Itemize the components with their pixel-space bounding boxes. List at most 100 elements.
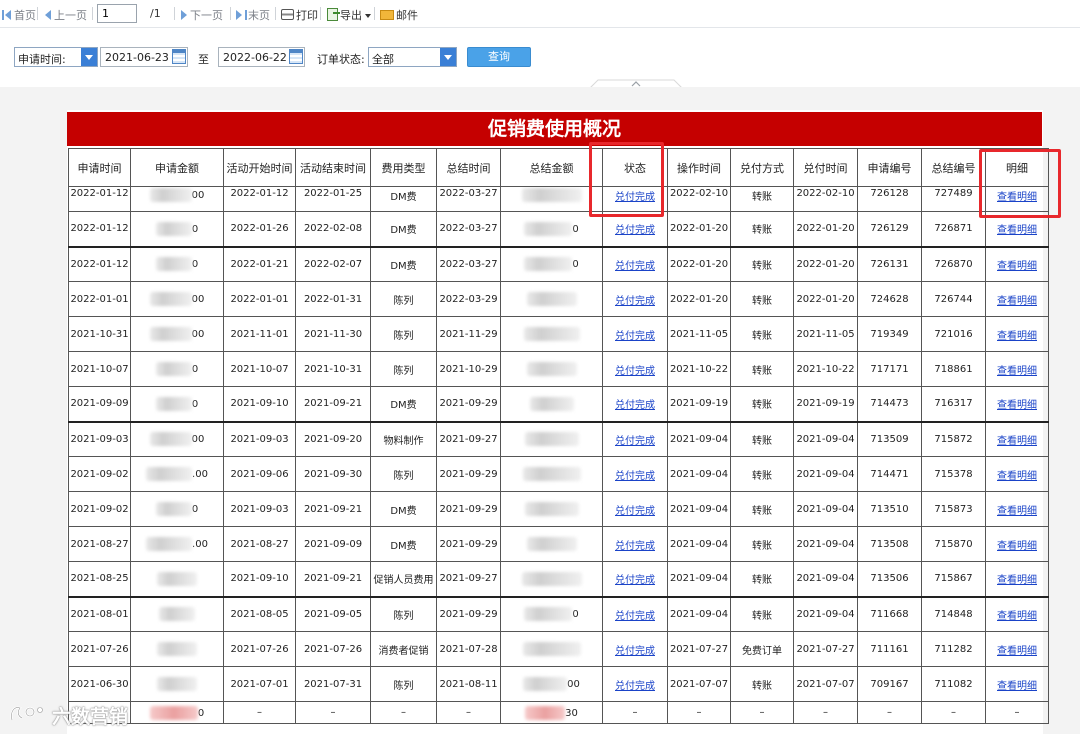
- status-link[interactable]: 兑付完成: [615, 506, 655, 517]
- detail-cell[interactable]: 查看明细: [985, 561, 1049, 597]
- view-detail-link[interactable]: 查看明细: [997, 681, 1037, 692]
- view-detail-link[interactable]: 查看明细: [997, 261, 1037, 272]
- status-link[interactable]: 兑付完成: [615, 681, 655, 692]
- summary-date-cell: 2021-11-29: [436, 316, 501, 352]
- calendar-icon[interactable]: [289, 49, 303, 64]
- total-dash-cell: –: [857, 701, 922, 724]
- payment-method-cell: 转账: [730, 386, 794, 422]
- detail-cell[interactable]: 查看明细: [985, 351, 1049, 387]
- date-from-field[interactable]: 2021-06-23: [100, 47, 188, 67]
- view-detail-link[interactable]: 查看明细: [997, 506, 1037, 517]
- status-link[interactable]: 兑付完成: [615, 646, 655, 657]
- order-status-select[interactable]: 全部: [368, 47, 457, 67]
- status-cell[interactable]: 兑付完成: [602, 316, 668, 352]
- calendar-icon[interactable]: [172, 49, 186, 64]
- total-dash-cell: –: [436, 701, 501, 724]
- view-detail-link[interactable]: 查看明细: [997, 436, 1037, 447]
- status-link[interactable]: 兑付完成: [615, 611, 655, 622]
- detail-cell[interactable]: 查看明细: [985, 526, 1049, 562]
- status-cell[interactable]: 兑付完成: [602, 526, 668, 562]
- chevron-down-icon[interactable]: [440, 48, 456, 66]
- detail-cell[interactable]: 查看明细: [985, 631, 1049, 667]
- date-type-select[interactable]: 申请时间:: [14, 47, 98, 67]
- query-button[interactable]: 查询: [467, 47, 531, 67]
- status-cell[interactable]: 兑付完成: [602, 631, 668, 667]
- status-cell[interactable]: 兑付完成: [602, 281, 668, 317]
- fee-type-cell: DM费: [370, 491, 437, 527]
- detail-cell[interactable]: 查看明细: [985, 420, 1049, 457]
- mail-button[interactable]: 邮件: [380, 7, 418, 23]
- status-link[interactable]: 兑付完成: [615, 471, 655, 482]
- status-cell[interactable]: 兑付完成: [602, 491, 668, 527]
- status-link[interactable]: 兑付完成: [615, 436, 655, 447]
- status-link[interactable]: 兑付完成: [615, 296, 655, 307]
- status-cell[interactable]: 兑付完成: [602, 245, 668, 282]
- redacted-amount: [159, 607, 195, 622]
- report-table: 申请时间 申请金额 活动开始时间 活动结束时间 费用类型 总结时间 总结金额 状态 操作时间 兑付…: [68, 148, 1049, 724]
- status-link[interactable]: 兑付完成: [615, 261, 655, 272]
- payment-method-cell: 转账: [730, 186, 794, 212]
- apply-amount-cell: 0: [130, 351, 224, 387]
- operation-date-cell: 2021-09-19: [667, 386, 731, 422]
- detail-cell[interactable]: 查看明细: [985, 595, 1049, 632]
- view-detail-link[interactable]: 查看明细: [997, 296, 1037, 307]
- prev-page-button[interactable]: 上一页: [45, 7, 87, 23]
- view-detail-link[interactable]: 查看明细: [997, 471, 1037, 482]
- status-cell[interactable]: 兑付完成: [602, 456, 668, 492]
- chevron-down-icon[interactable]: [81, 48, 97, 66]
- apply-amount-cell: [130, 561, 224, 597]
- redacted-amount: [524, 502, 579, 516]
- print-button[interactable]: 打印: [281, 7, 318, 23]
- last-page-button[interactable]: 末页: [236, 7, 270, 23]
- summary-amount-cell: [500, 420, 603, 457]
- view-detail-link[interactable]: 查看明细: [997, 366, 1037, 377]
- status-cell[interactable]: 兑付完成: [602, 386, 668, 422]
- detail-cell[interactable]: 查看明细: [985, 456, 1049, 492]
- apply-date-cell: 2021-08-01: [68, 595, 131, 632]
- detail-cell[interactable]: 查看明细: [985, 281, 1049, 317]
- detail-cell[interactable]: 查看明细: [985, 666, 1049, 702]
- order-status-value: 全部: [372, 53, 394, 66]
- summary-number-cell: 715870: [921, 526, 986, 562]
- first-page-button[interactable]: 首页: [2, 7, 36, 23]
- detail-cell[interactable]: 查看明细: [985, 245, 1049, 282]
- apply-amount-cell: 0: [130, 491, 224, 527]
- export-button[interactable]: 导出: [327, 7, 371, 23]
- payment-date-cell: 2022-01-20: [793, 245, 858, 282]
- view-detail-link[interactable]: 查看明细: [997, 611, 1037, 622]
- next-arrow-icon: [181, 10, 187, 20]
- status-link[interactable]: 兑付完成: [615, 575, 655, 586]
- next-page-button[interactable]: 下一页: [181, 7, 223, 23]
- view-detail-link[interactable]: 查看明细: [997, 646, 1037, 657]
- summary-amount-cell: 0: [500, 595, 603, 632]
- amount-visible-digits: 0: [191, 259, 199, 271]
- start-date-cell: 2021-10-07: [223, 351, 296, 387]
- status-cell[interactable]: 兑付完成: [602, 666, 668, 702]
- view-detail-link[interactable]: 查看明细: [997, 225, 1037, 236]
- status-cell[interactable]: 兑付完成: [602, 595, 668, 632]
- detail-cell[interactable]: 查看明细: [985, 316, 1049, 352]
- mail-label: 邮件: [396, 9, 418, 22]
- summary-date-cell: 2022-03-27: [436, 245, 501, 282]
- status-link[interactable]: 兑付完成: [615, 225, 655, 236]
- status-cell[interactable]: 兑付完成: [602, 351, 668, 387]
- view-detail-link[interactable]: 查看明细: [997, 541, 1037, 552]
- page-number-input[interactable]: [97, 4, 137, 23]
- report-toolbar: 首页 上一页 /1 下一页 末页 打印 导出 邮件: [0, 0, 1080, 28]
- table-row: 2021-09-09 0 2021-09-10 2021-09-21 DM费 2021-0…: [68, 386, 1049, 422]
- status-link[interactable]: 兑付完成: [615, 400, 655, 411]
- operation-date-cell: 2021-11-05: [667, 316, 731, 352]
- status-link[interactable]: 兑付完成: [615, 366, 655, 377]
- view-detail-link[interactable]: 查看明细: [997, 331, 1037, 342]
- status-link[interactable]: 兑付完成: [615, 541, 655, 552]
- end-date-cell: 2021-09-20: [295, 420, 371, 457]
- detail-cell[interactable]: 查看明细: [985, 491, 1049, 527]
- date-to-field[interactable]: 2022-06-22: [218, 47, 305, 67]
- status-cell[interactable]: 兑付完成: [602, 420, 668, 457]
- status-link[interactable]: 兑付完成: [615, 331, 655, 342]
- detail-cell[interactable]: 查看明细: [985, 386, 1049, 422]
- status-cell[interactable]: 兑付完成: [602, 561, 668, 597]
- view-detail-link[interactable]: 查看明细: [997, 575, 1037, 586]
- payment-date-cell: 2021-07-27: [793, 631, 858, 667]
- view-detail-link[interactable]: 查看明细: [997, 400, 1037, 411]
